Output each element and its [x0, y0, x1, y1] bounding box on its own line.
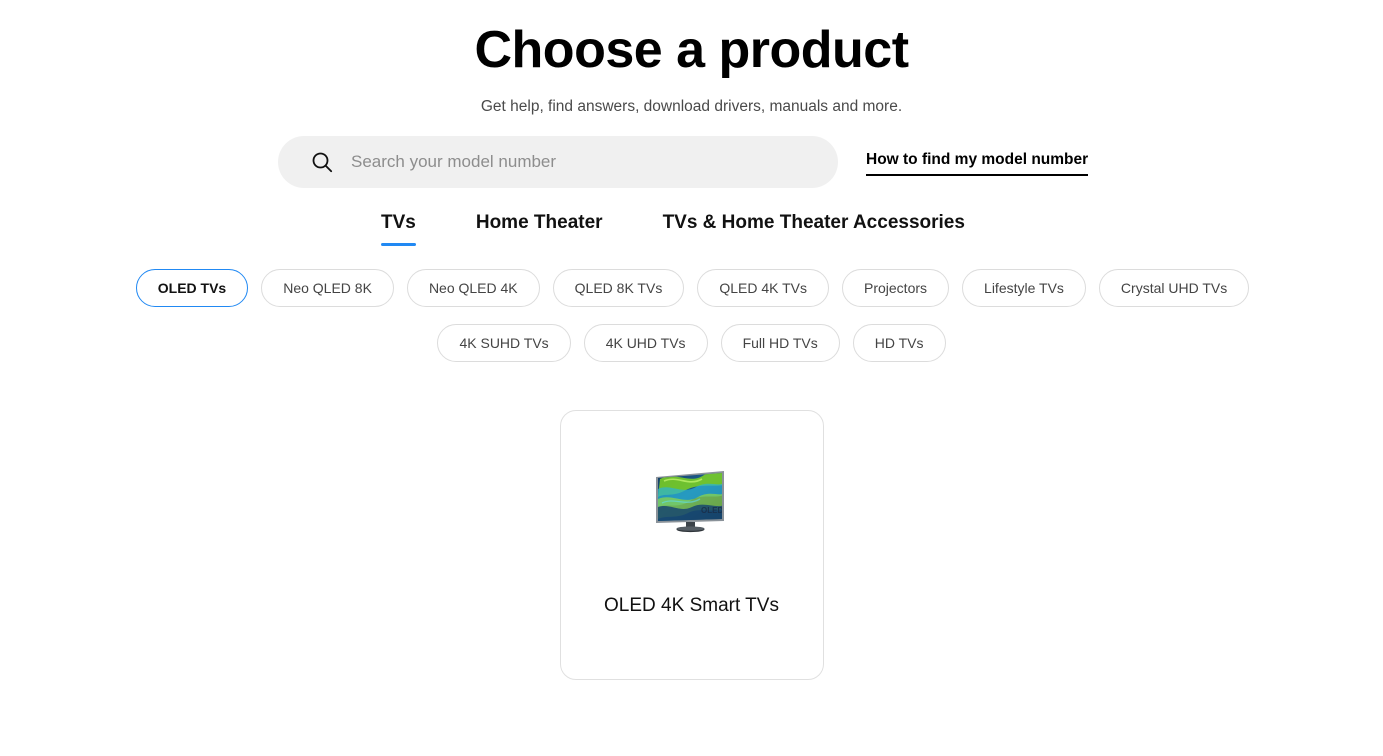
chip-neo-qled-8k[interactable]: Neo QLED 8K	[261, 269, 394, 307]
product-card-oled-4k-smart-tvs[interactable]: OLED OLED 4K Smart TVs	[559, 410, 824, 680]
oled-tv-thumbnail-icon: OLED	[654, 469, 730, 535]
choose-a-product-page: Choose a product Get help, find answers,…	[0, 0, 1383, 756]
tab-tvs[interactable]: TVs	[381, 210, 416, 246]
chip-hd-tvs[interactable]: HD TVs	[852, 324, 946, 362]
product-results: OLED OLED 4K Smart TVs	[0, 410, 1383, 680]
chip-crystal-uhd-tvs[interactable]: Crystal UHD TVs	[1098, 269, 1250, 307]
chip-4k-suhd-tvs[interactable]: 4K SUHD TVs	[437, 324, 571, 362]
chip-qled-8k-tvs[interactable]: QLED 8K TVs	[552, 269, 685, 307]
tab-home-theater[interactable]: Home Theater	[476, 210, 603, 246]
chip-neo-qled-4k[interactable]: Neo QLED 4K	[406, 269, 540, 307]
subcategory-filter-row-2: 4K SUHD TVs 4K UHD TVs Full HD TVs HD TV…	[0, 324, 1383, 362]
search-box[interactable]	[278, 136, 838, 188]
page-title: Choose a product	[474, 21, 909, 79]
category-tabs: TVs Home Theater TVs & Home Theater Acce…	[0, 210, 1383, 246]
search-row: How to find my model number	[0, 136, 1383, 188]
chip-oled-tvs[interactable]: OLED TVs	[135, 269, 249, 307]
subcategory-filter-row-1: OLED TVs Neo QLED 8K Neo QLED 4K QLED 8K…	[0, 269, 1383, 307]
tab-tvs-home-theater-accessories[interactable]: TVs & Home Theater Accessories	[663, 210, 965, 246]
page-subtitle: Get help, find answers, download drivers…	[480, 98, 903, 115]
svg-text:OLED: OLED	[701, 506, 723, 515]
product-card-title: OLED 4K Smart TVs	[604, 595, 779, 616]
chip-projectors[interactable]: Projectors	[842, 269, 950, 307]
chip-lifestyle-tvs[interactable]: Lifestyle TVs	[962, 269, 1086, 307]
how-to-find-model-number-link[interactable]: How to find my model number	[866, 149, 1089, 176]
subcategory-filters: OLED TVs Neo QLED 8K Neo QLED 4K QLED 8K…	[0, 269, 1383, 362]
chip-qled-4k-tvs[interactable]: QLED 4K TVs	[697, 269, 829, 307]
chip-4k-uhd-tvs[interactable]: 4K UHD TVs	[583, 324, 708, 362]
search-input[interactable]	[351, 147, 818, 177]
chip-full-hd-tvs[interactable]: Full HD TVs	[720, 324, 840, 362]
search-icon	[309, 149, 335, 175]
